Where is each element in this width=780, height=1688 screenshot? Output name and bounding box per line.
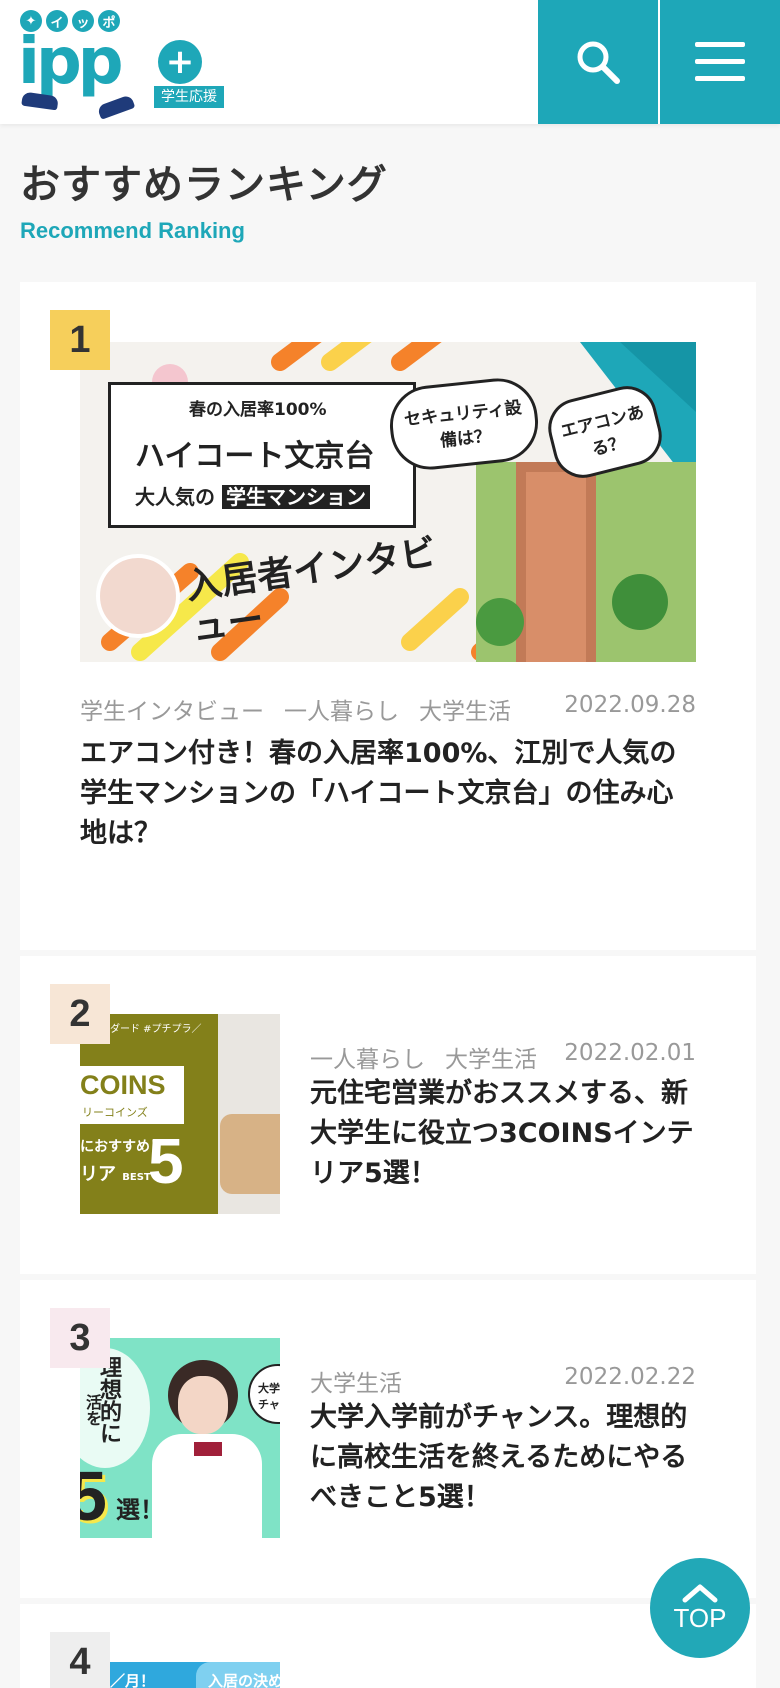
thumb-line: 大人気の 学生マンション (135, 481, 370, 510)
avatar (96, 554, 180, 638)
thumb-number: 5 (148, 1125, 184, 1197)
thumb-pre: 春の入居率100% (189, 400, 327, 420)
thumb-right: 入居の決め (196, 1662, 280, 1688)
tag-link[interactable]: 大学生活 (445, 1040, 537, 1074)
thumb-brand-box: COINS リーコインズ (80, 1066, 184, 1124)
hamburger-menu-icon (695, 42, 745, 81)
rank-badge: 3 (50, 1308, 110, 1368)
back-to-top-button[interactable]: TOP (650, 1558, 750, 1658)
thumb-vertical2: 活を (83, 1394, 102, 1426)
article-date: 2022.02.22 (564, 1364, 696, 1390)
section-title: おすすめランキング (20, 162, 388, 208)
rank-badge: 4 (50, 1632, 110, 1688)
article-thumbnail[interactable]: 理想的に 活を 5 選！ 大学 チャ (80, 1338, 280, 1538)
article-title[interactable]: 元住宅営業がおススメする、新大学生に役立つ3COINSインテリア5選！ (310, 1074, 696, 1194)
rank-badge: 2 (50, 984, 110, 1044)
ranking-card[interactable]: 4 万円／月！ 入居の決め (20, 1604, 756, 1688)
site-header: ✦ イ ッ ポ ipp + 学生応援 (0, 0, 780, 124)
tag-list: 一人暮らし 大学生活 (310, 1040, 537, 1074)
tag-list: 学生インタビュー 一人暮らし 大学生活 (80, 692, 511, 726)
thumb-bubble: 大学 チャ (248, 1364, 280, 1424)
search-icon (577, 41, 620, 84)
thumb-brand: COINS (80, 1070, 166, 1100)
student-ribbon (194, 1442, 222, 1456)
tag-link[interactable]: 一人暮らし (310, 1040, 425, 1074)
rank-badge: 1 (50, 310, 110, 370)
ranking-card[interactable]: 3 理想的に 活を 5 選！ 大学 チャ 大学生活 2022.02.22 大学入… (20, 1280, 756, 1598)
search-button[interactable] (538, 0, 658, 124)
article-title[interactable]: 大学入学前がチャンス。理想的に高校生活を終えるためにやるべきこと5選！ (310, 1398, 696, 1518)
chevron-up-icon (682, 1584, 718, 1602)
section-subtitle: Recommend Ranking (20, 218, 245, 243)
back-to-top-label: TOP (673, 1602, 727, 1633)
thumb-name: ハイコート文京台 (135, 439, 375, 474)
ranking-card[interactable]: 1 春の入居率100% ハイコート文京台 大人気の 学生マンション セキュリティ… (20, 282, 756, 950)
tag-list: 大学生活 (310, 1364, 402, 1398)
tag-link[interactable]: 大学生活 (310, 1364, 402, 1398)
article-thumbnail[interactable]: 春の入居率100% ハイコート文京台 大人気の 学生マンション セキュリティ設備… (80, 342, 696, 662)
menu-button[interactable] (660, 0, 780, 124)
site-logo[interactable]: ✦ イ ッ ポ ipp + 学生応援 (18, 10, 228, 120)
article-thumbnail[interactable]: 万円／月！ 入居の決め (80, 1662, 280, 1688)
student-face (178, 1376, 228, 1434)
ranking-card[interactable]: 2 スタンダード #プチプラ／ COINS リーコインズ におすすめ！ リア B… (20, 956, 756, 1274)
tag-link[interactable]: 学生インタビュー (80, 692, 264, 726)
article-date: 2022.02.01 (564, 1040, 696, 1066)
article-title[interactable]: エアコン付き！春の入居率100%、江別で人気の学生マンションの「ハイコート文京台… (80, 734, 696, 854)
article-meta: 一人暮らし 大学生活 2022.02.01 (310, 1040, 696, 1074)
tag-link[interactable]: 一人暮らし (284, 692, 399, 726)
bread-photo (220, 1114, 280, 1194)
logo-wordmark: ipp (18, 25, 124, 99)
thumb-number: 5 (80, 1457, 107, 1535)
thumbnail-panel: 春の入居率100% ハイコート文京台 大人気の 学生マンション (108, 382, 416, 528)
thumb-line2: リア BEST (80, 1164, 151, 1185)
thumb-brand-sub: リーコインズ (82, 1106, 148, 1119)
article-meta: 学生インタビュー 一人暮らし 大学生活 2022.09.28 (80, 692, 696, 726)
tag-link[interactable]: 大学生活 (419, 692, 511, 726)
article-meta: 大学生活 2022.02.22 (310, 1364, 696, 1398)
logo-plus-icon: + (158, 40, 202, 84)
logo-badge: 学生応援 (154, 86, 224, 108)
article-thumbnail[interactable]: スタンダード #プチプラ／ COINS リーコインズ におすすめ！ リア BES… (80, 1014, 280, 1214)
article-date: 2022.09.28 (564, 692, 696, 718)
